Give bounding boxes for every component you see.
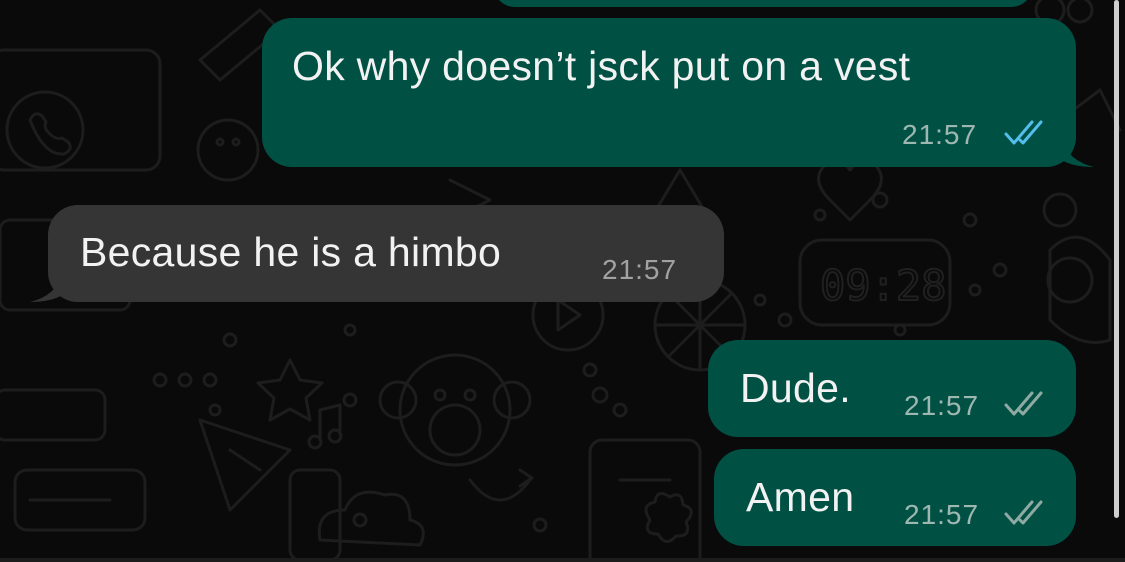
message-text: Dude. (740, 365, 851, 411)
read-receipt-double-check-icon (1004, 120, 1043, 145)
chat-view[interactable]: 09:28 Ok why doesn’t jsck put on a vest … (0, 0, 1125, 562)
delivered-double-check-icon (1004, 500, 1043, 525)
svg-text:09:28: 09:28 (820, 261, 946, 310)
message-timestamp: 21:57 (904, 499, 980, 530)
message-timestamp: 21:57 (602, 254, 678, 285)
message-bubble-outgoing[interactable]: Ok why doesn’t jsck put on a vest 21:57 (262, 18, 1076, 167)
message-bubble-outgoing[interactable]: Amen 21:57 (714, 449, 1076, 546)
bottom-divider (0, 558, 1125, 562)
message-bubble-incoming[interactable]: Because he is a himbo 21:57 (48, 205, 724, 302)
message-text: Ok why doesn’t jsck put on a vest (292, 43, 911, 89)
previous-message-bubble (493, 0, 1033, 7)
message-text: Amen (746, 474, 855, 520)
message-timestamp: 21:57 (902, 119, 978, 150)
scrollbar[interactable] (1114, 0, 1119, 518)
message-bubble-outgoing[interactable]: Dude. 21:57 (708, 340, 1076, 437)
delivered-double-check-icon (1004, 391, 1043, 416)
bubble-tail (30, 272, 64, 302)
bubble-tail (1060, 137, 1094, 167)
message-timestamp: 21:57 (904, 390, 980, 421)
message-text: Because he is a himbo (80, 229, 502, 275)
